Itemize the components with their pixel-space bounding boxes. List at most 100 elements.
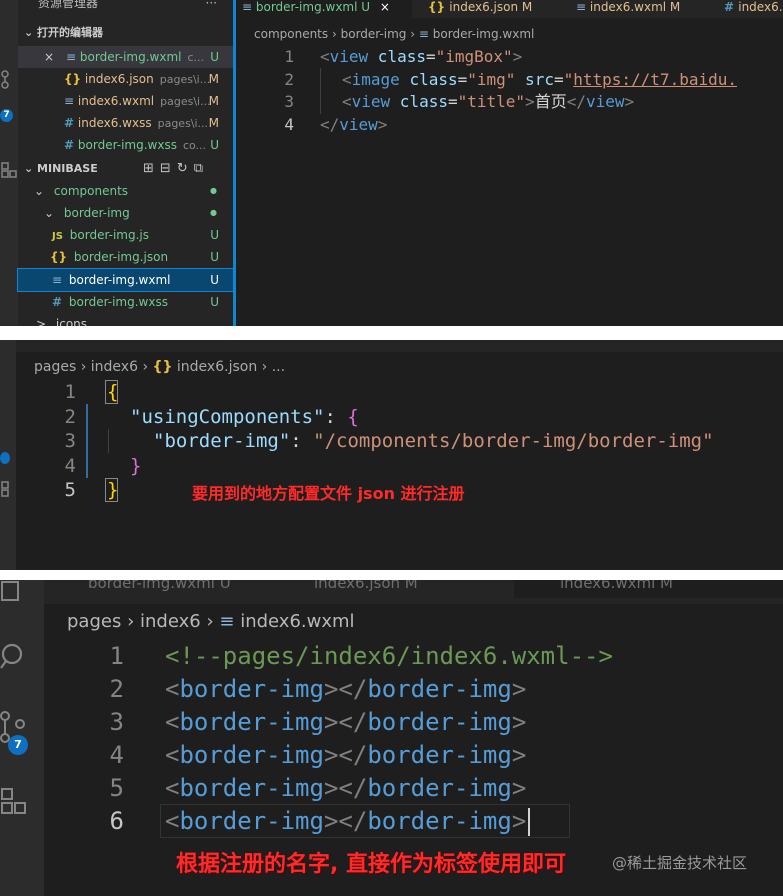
attr-quote: " bbox=[563, 69, 574, 89]
attr-name: src bbox=[515, 69, 554, 89]
code-line-5: } bbox=[107, 478, 118, 503]
tag-name: border-img bbox=[367, 774, 512, 802]
bracket: ></ bbox=[323, 708, 368, 736]
status-badge: M bbox=[208, 116, 219, 130]
close-icon[interactable]: × bbox=[380, 0, 390, 14]
code-line-1: <view class="imgBox"> bbox=[320, 46, 522, 69]
breadcrumb-item[interactable]: border-img bbox=[341, 27, 407, 41]
tag-name: border-img bbox=[367, 675, 512, 703]
tab-strip-edge bbox=[16, 340, 783, 352]
tab-label: index6.wxml bbox=[589, 0, 667, 14]
tree-folder-border-img[interactable]: ⌄ border-img ● bbox=[18, 202, 233, 224]
code-editor[interactable]: 1 2 3 4 5 6 <!--pages/index6/index6.wxml… bbox=[0, 640, 783, 840]
tree-file-border-img-wxss[interactable]: # border-img.wxss U bbox=[18, 291, 233, 313]
breadcrumb-item[interactable]: index6 bbox=[140, 611, 201, 632]
tab-border-img-wxml[interactable]: ≡ border-img.wxml U × bbox=[236, 0, 412, 18]
tab-index6-wxss[interactable]: # index6.w bbox=[718, 0, 783, 18]
more-actions-icon[interactable]: ··· bbox=[206, 0, 217, 12]
brace: { bbox=[347, 405, 359, 428]
new-file-icon[interactable]: ⊞ bbox=[143, 161, 160, 176]
tab-index6-json[interactable]: index6.json M bbox=[314, 580, 418, 592]
open-editor-item-index6-wxml[interactable]: ≡ index6.wxml pages\i... M bbox=[18, 90, 233, 112]
source-control-icon[interactable] bbox=[0, 68, 18, 90]
breadcrumb-item[interactable]: pages bbox=[67, 611, 121, 632]
open-editor-item-index6-json[interactable]: {} index6.json pages\i... M bbox=[18, 68, 233, 90]
bracket: ></ bbox=[323, 675, 368, 703]
open-editor-item-border-img-wxss[interactable]: # border-img.wxss co... U bbox=[18, 134, 233, 156]
status-badge: U bbox=[210, 228, 219, 242]
colon: : bbox=[290, 430, 314, 452]
tag-name: view bbox=[585, 92, 625, 111]
file-name: border-img.wxml bbox=[79, 50, 182, 64]
extensions-icon[interactable] bbox=[0, 160, 18, 180]
status-badge: U bbox=[210, 295, 219, 309]
open-editors-header[interactable]: ⌄ 打开的编辑器 bbox=[18, 22, 233, 44]
path-hint: pages\i... bbox=[160, 95, 211, 108]
tab-label: index6.json bbox=[449, 0, 519, 14]
tag-name: border-img bbox=[367, 741, 512, 769]
line-number: 2 bbox=[64, 405, 76, 428]
tab-index6-json[interactable]: {} index6.json M bbox=[422, 0, 570, 18]
status-badge: U bbox=[210, 250, 219, 264]
code-line-4: </view> bbox=[320, 114, 387, 137]
chevron-right-icon: › bbox=[127, 611, 135, 632]
file-name: border-img.wxml bbox=[68, 273, 171, 287]
tab-border-img-wxml[interactable]: border-img.wxml U bbox=[88, 580, 231, 592]
tree-file-border-img-js[interactable]: JS border-img.js U bbox=[18, 224, 233, 246]
tab-status: M bbox=[521, 0, 533, 14]
json-file-icon: {} bbox=[428, 0, 450, 14]
equals: = bbox=[447, 92, 458, 111]
code-line-6: <border-img></border-img> bbox=[165, 805, 531, 838]
close-icon[interactable]: × bbox=[44, 46, 54, 68]
line-number: 4 bbox=[284, 114, 294, 134]
annotation-text: 要用到的地方配置文件 json 进行注册 bbox=[192, 484, 465, 503]
breadcrumb: pages › index6 › {} index6.json › ... bbox=[34, 359, 285, 375]
wxml-file-icon: ≡ bbox=[576, 0, 590, 14]
bracket: > bbox=[512, 47, 523, 66]
bracket: ></ bbox=[323, 807, 368, 835]
open-editor-item-border-img-wxml[interactable]: × ≡ border-img.wxml c... U bbox=[18, 46, 233, 68]
tab-index6-wxml[interactable]: ≡ index6.wxml M bbox=[570, 0, 718, 18]
notification-badge: 7 bbox=[0, 109, 13, 122]
chevron-right-icon: › bbox=[410, 27, 416, 41]
code-line-3: "border-img": "/components/border-img/bo… bbox=[153, 429, 714, 454]
bracket: < bbox=[165, 675, 180, 703]
open-editor-item-index6-wxss[interactable]: # index6.wxss pages\i... M bbox=[18, 112, 233, 134]
code-line-4: } bbox=[130, 454, 141, 479]
open-editors-label: 打开的编辑器 bbox=[37, 26, 104, 39]
new-folder-icon[interactable]: ⊟ bbox=[160, 161, 177, 176]
indent-guide bbox=[320, 68, 321, 114]
brace: } bbox=[107, 479, 119, 501]
explorer-sidebar: 资源管理器 ··· ⌄ 打开的编辑器 × ≡ border-img.wxml c.… bbox=[17, 0, 236, 326]
project-label: MINIBASE bbox=[37, 162, 98, 175]
breadcrumb-item[interactable]: index6.json bbox=[177, 359, 257, 375]
tab-status: U bbox=[361, 0, 371, 14]
breadcrumb-item[interactable]: ... bbox=[272, 359, 285, 375]
wxss-file-icon: # bbox=[724, 0, 739, 14]
json-key: "usingComponents" bbox=[130, 405, 325, 428]
line-number: 1 bbox=[109, 642, 124, 670]
tree-file-border-img-json[interactable]: {} border-img.json U bbox=[18, 246, 233, 268]
breadcrumb-item[interactable]: components bbox=[254, 27, 328, 41]
tab-index6-wxml[interactable]: index6.wxml M bbox=[514, 580, 783, 598]
url-link[interactable]: https://t7.baidu. bbox=[573, 70, 737, 89]
refresh-icon[interactable]: ↻ bbox=[177, 161, 194, 176]
tab-label: border-img.wxml bbox=[255, 0, 358, 14]
collapse-all-icon[interactable]: ⧉ bbox=[194, 161, 209, 176]
annotation-text: 根据注册的名字, 直接作为标签使用即可 bbox=[176, 852, 567, 877]
code-editor[interactable]: 1 2 3 4 5 { "usingComponents": { "border… bbox=[0, 380, 783, 570]
breadcrumb-item[interactable]: border-img.wxml bbox=[433, 27, 535, 41]
attr-value: "title" bbox=[457, 92, 526, 111]
tree-folder-icons[interactable]: > icons bbox=[18, 313, 233, 326]
breadcrumb-item[interactable]: index6 bbox=[91, 359, 138, 375]
tree-file-border-img-wxml[interactable]: ≡ border-img.wxml U bbox=[17, 268, 234, 292]
status-badge: M bbox=[208, 72, 219, 86]
indent-guide bbox=[86, 404, 88, 478]
project-header[interactable]: ⌄ MINIBASE ⊞⊟↻⧉ bbox=[18, 158, 233, 180]
breadcrumb-item[interactable]: index6.wxml bbox=[240, 611, 354, 632]
tree-folder-components[interactable]: ⌄ components ● bbox=[18, 180, 233, 202]
bracket: </ bbox=[566, 92, 586, 111]
explorer-icon[interactable] bbox=[0, 580, 24, 604]
breadcrumb-item[interactable]: pages bbox=[34, 359, 76, 375]
breadcrumb: components › border-img › ≡ border-img.w… bbox=[254, 27, 534, 41]
